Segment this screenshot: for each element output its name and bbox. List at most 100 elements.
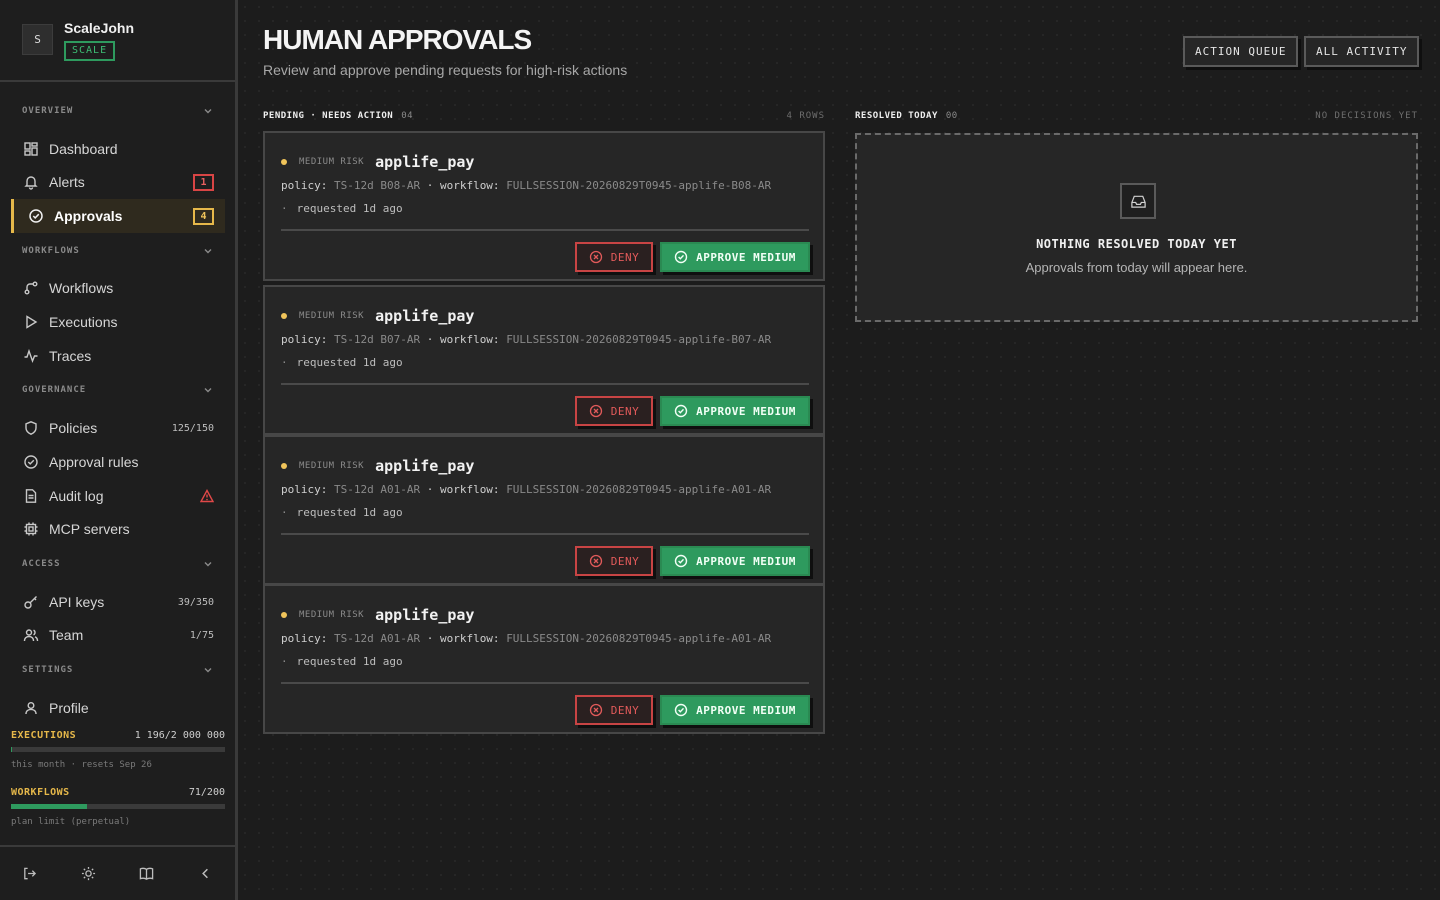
deny-button[interactable]: DENY — [575, 396, 653, 426]
sidebar-item-label: MCP servers — [49, 521, 130, 537]
team-usage-count: 1/75 — [189, 629, 214, 641]
separator-dot: · — [281, 202, 288, 215]
sidebar-item-executions[interactable]: Executions — [11, 305, 225, 339]
sidebar-item-team[interactable]: Team 1/75 — [11, 618, 225, 652]
sidebar-item-traces[interactable]: Traces — [11, 339, 225, 373]
sidebar-item-approval-rules[interactable]: Approval rules — [11, 445, 225, 479]
chevron-left-icon — [202, 868, 209, 879]
approval-meta: policy: TS-12d B08-AR · workflow: FULLSE… — [281, 179, 772, 192]
approval-meta: policy: TS-12d A01-AR · workflow: FULLSE… — [281, 632, 772, 645]
approve-label: APPROVE MEDIUM — [696, 703, 796, 717]
x-circle-icon — [589, 554, 602, 568]
section-governance[interactable]: GOVERNANCE — [22, 385, 214, 399]
action-queue-button[interactable]: ACTION QUEUE — [1183, 36, 1299, 67]
deny-button[interactable]: DENY — [575, 695, 653, 725]
divider — [281, 533, 809, 535]
workspace-avatar: S — [22, 24, 53, 55]
approval-card: MEDIUM RISK applife_pay policy: TS-12d B… — [263, 285, 825, 435]
check-circle-icon — [674, 250, 688, 264]
sidebar-item-approvals[interactable]: Approvals 4 — [11, 199, 225, 233]
sidebar-item-label: Approval rules — [49, 454, 139, 470]
policy-label: policy: — [281, 483, 328, 496]
section-settings[interactable]: SETTINGS — [22, 665, 214, 679]
sidebar-item-label: Workflows — [49, 280, 114, 296]
tool-name: applife_pay — [375, 457, 475, 475]
section-overview[interactable]: OVERVIEW — [22, 106, 214, 120]
book-icon — [140, 867, 154, 880]
chevron-down-icon — [204, 668, 212, 673]
usage-bar — [11, 804, 225, 809]
approve-button[interactable]: APPROVE MEDIUM — [660, 546, 810, 576]
policy-label: policy: — [281, 632, 328, 645]
usage-executions: EXECUTIONS 1 196/2 000 000 this month · r… — [11, 730, 225, 770]
workflow-value: FULLSESSION-20260829T0945-applife-B08-AR — [506, 179, 772, 192]
workflow-label: workflow: — [439, 483, 500, 496]
approve-button[interactable]: APPROVE MEDIUM — [660, 242, 810, 272]
risk-indicator-dot — [281, 313, 287, 319]
sidebar-item-mcp-servers[interactable]: MCP servers — [11, 512, 225, 546]
divider — [281, 383, 809, 385]
bell-icon — [22, 173, 40, 191]
divider — [281, 682, 809, 684]
risk-indicator-dot — [281, 159, 287, 165]
warning-icon — [200, 489, 214, 503]
api-keys-usage-count: 39/350 — [177, 596, 214, 608]
usage-label: WORKFLOWS — [11, 787, 70, 798]
sidebar-item-label: Executions — [49, 314, 118, 330]
sidebar-item-api-keys[interactable]: API keys 39/350 — [11, 585, 225, 619]
section-label: GOVERNANCE — [22, 385, 87, 395]
alerts-count-badge: 1 — [193, 173, 214, 191]
resolved-title: RESOLVED TODAY — [855, 111, 938, 121]
deny-button[interactable]: DENY — [575, 242, 653, 272]
tool-name: applife_pay — [375, 307, 475, 325]
requested-time: requested 1d ago — [296, 202, 403, 215]
all-activity-button[interactable]: ALL ACTIVITY — [1304, 36, 1420, 67]
deny-button[interactable]: DENY — [575, 546, 653, 576]
policy-value: TS-12d A01-AR — [333, 632, 421, 645]
empty-state-title: NOTHING RESOLVED TODAY YET — [1036, 237, 1237, 251]
collapse-sidebar-button[interactable] — [176, 866, 235, 881]
approve-button[interactable]: APPROVE MEDIUM — [660, 396, 810, 426]
pending-count: 04 — [401, 111, 414, 121]
deny-label: DENY — [610, 554, 640, 568]
section-access[interactable]: ACCESS — [22, 559, 214, 573]
logout-button[interactable] — [0, 866, 59, 881]
key-icon — [22, 593, 40, 611]
sidebar-item-workflows[interactable]: Workflows — [11, 271, 225, 305]
sidebar: S ScaleJohn SCALE OVERVIEW Dashboard Ale… — [0, 0, 238, 900]
workspace-switcher[interactable]: S ScaleJohn SCALE — [0, 0, 235, 82]
policy-value: TS-12d B07-AR — [333, 333, 421, 346]
sidebar-item-profile[interactable]: Profile — [11, 691, 225, 725]
workflow-value: FULLSESSION-20260829T0945-applife-A01-AR — [506, 483, 772, 496]
plan-badge: SCALE — [64, 41, 116, 61]
separator-dot: · — [281, 655, 288, 668]
sidebar-item-dashboard[interactable]: Dashboard — [11, 132, 225, 166]
approval-meta: policy: TS-12d A01-AR · workflow: FULLSE… — [281, 483, 772, 496]
risk-label: MEDIUM RISK — [299, 157, 365, 167]
usage-note: this month · resets Sep 26 — [11, 760, 152, 770]
policy-label: policy: — [281, 333, 328, 346]
docs-button[interactable] — [118, 866, 177, 881]
sidebar-item-alerts[interactable]: Alerts 1 — [11, 165, 225, 199]
check-circle-icon — [674, 554, 688, 568]
risk-label: MEDIUM RISK — [299, 610, 365, 620]
sidebar-item-label: Alerts — [49, 174, 85, 190]
section-label: ACCESS — [22, 559, 61, 569]
usage-label: EXECUTIONS — [11, 730, 77, 741]
approve-label: APPROVE MEDIUM — [696, 404, 796, 418]
shield-icon — [22, 419, 40, 437]
approval-header: MEDIUM RISK applife_pay — [281, 307, 474, 325]
approval-meta: policy: TS-12d B07-AR · workflow: FULLSE… — [281, 333, 772, 346]
sidebar-item-policies[interactable]: Policies 125/150 — [11, 411, 225, 445]
sidebar-item-label: Approvals — [54, 208, 123, 224]
policy-value: TS-12d B08-AR — [333, 179, 421, 192]
sidebar-item-label: Profile — [49, 700, 89, 716]
sidebar-item-label: Dashboard — [49, 141, 118, 157]
resolved-empty-state: NOTHING RESOLVED TODAY YET Approvals fro… — [855, 133, 1418, 322]
sidebar-item-audit-log[interactable]: Audit log — [11, 479, 225, 513]
approval-card: MEDIUM RISK applife_pay policy: TS-12d A… — [263, 584, 825, 734]
section-workflows[interactable]: WORKFLOWS — [22, 246, 214, 260]
approve-button[interactable]: APPROVE MEDIUM — [660, 695, 810, 725]
theme-toggle-button[interactable] — [59, 866, 118, 881]
approval-header: MEDIUM RISK applife_pay — [281, 457, 474, 475]
